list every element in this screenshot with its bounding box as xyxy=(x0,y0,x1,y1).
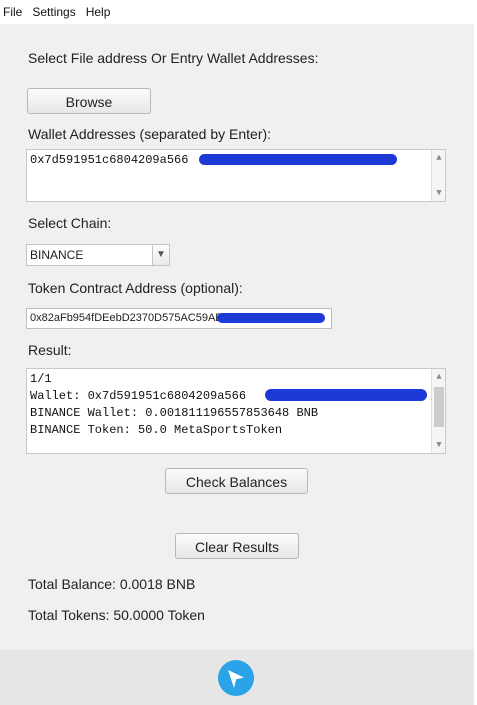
scroll-up-icon[interactable]: ▲ xyxy=(432,153,445,163)
menu-settings[interactable]: Settings xyxy=(28,5,81,19)
token-contract-label: Token Contract Address (optional): xyxy=(28,280,243,296)
result-line: Wallet: 0x7d591951c6804209a566 xyxy=(30,389,247,403)
menu-help[interactable]: Help xyxy=(82,5,117,19)
select-chain-label: Select Chain: xyxy=(28,215,112,231)
browse-button[interactable]: Browse xyxy=(27,88,151,114)
scroll-down-icon[interactable]: ▼ xyxy=(432,188,445,198)
result-line: BINANCE Wallet: 0.001811196557853648 BNB xyxy=(30,406,319,420)
result-label: Result: xyxy=(28,342,72,358)
clear-results-button[interactable]: Clear Results xyxy=(175,533,299,559)
wallet-addresses-label: Wallet Addresses (separated by Enter): xyxy=(28,126,272,142)
send-button[interactable] xyxy=(218,660,254,696)
chevron-down-icon[interactable]: ▼ xyxy=(152,245,169,265)
redaction-mark xyxy=(199,154,397,165)
total-tokens-text: Total Tokens: 50.0000 Token xyxy=(28,607,205,623)
redaction-mark xyxy=(217,313,325,323)
menu-file[interactable]: File xyxy=(0,5,28,19)
wallet-address-line: 0x7d591951c6804209a566 xyxy=(30,153,189,167)
total-balance-text: Total Balance: 0.0018 BNB xyxy=(28,576,196,592)
scrollbar-thumb[interactable] xyxy=(434,387,444,427)
send-icon xyxy=(228,670,246,688)
menu-bar: File Settings Help xyxy=(0,0,477,24)
result-line: BINANCE Token: 50.0 MetaSportsToken xyxy=(30,423,283,437)
token-contract-value: 0x82aFb954fDEebD2370D575AC59AE xyxy=(30,312,223,324)
wallet-scrollbar[interactable]: ▲ ▼ xyxy=(431,150,445,201)
check-balances-button[interactable]: Check Balances xyxy=(165,468,308,494)
chain-select-value: BINANCE xyxy=(30,248,84,262)
chain-select[interactable]: BINANCE ▼ xyxy=(26,244,170,266)
select-file-label: Select File address Or Entry Wallet Addr… xyxy=(28,50,319,66)
token-contract-input[interactable]: 0x82aFb954fDEebD2370D575AC59AE xyxy=(26,308,332,329)
result-line: 1/1 xyxy=(30,372,52,386)
result-scrollbar[interactable]: ▲ ▼ xyxy=(431,369,445,453)
scroll-up-icon[interactable]: ▲ xyxy=(432,372,445,382)
wallet-addresses-textarea[interactable]: 0x7d591951c6804209a566 ▲ ▼ xyxy=(26,149,446,202)
result-textarea[interactable]: 1/1 Wallet: 0x7d591951c6804209a566 BINAN… xyxy=(26,368,446,454)
scroll-down-icon[interactable]: ▼ xyxy=(432,440,445,450)
redaction-mark xyxy=(265,389,427,401)
